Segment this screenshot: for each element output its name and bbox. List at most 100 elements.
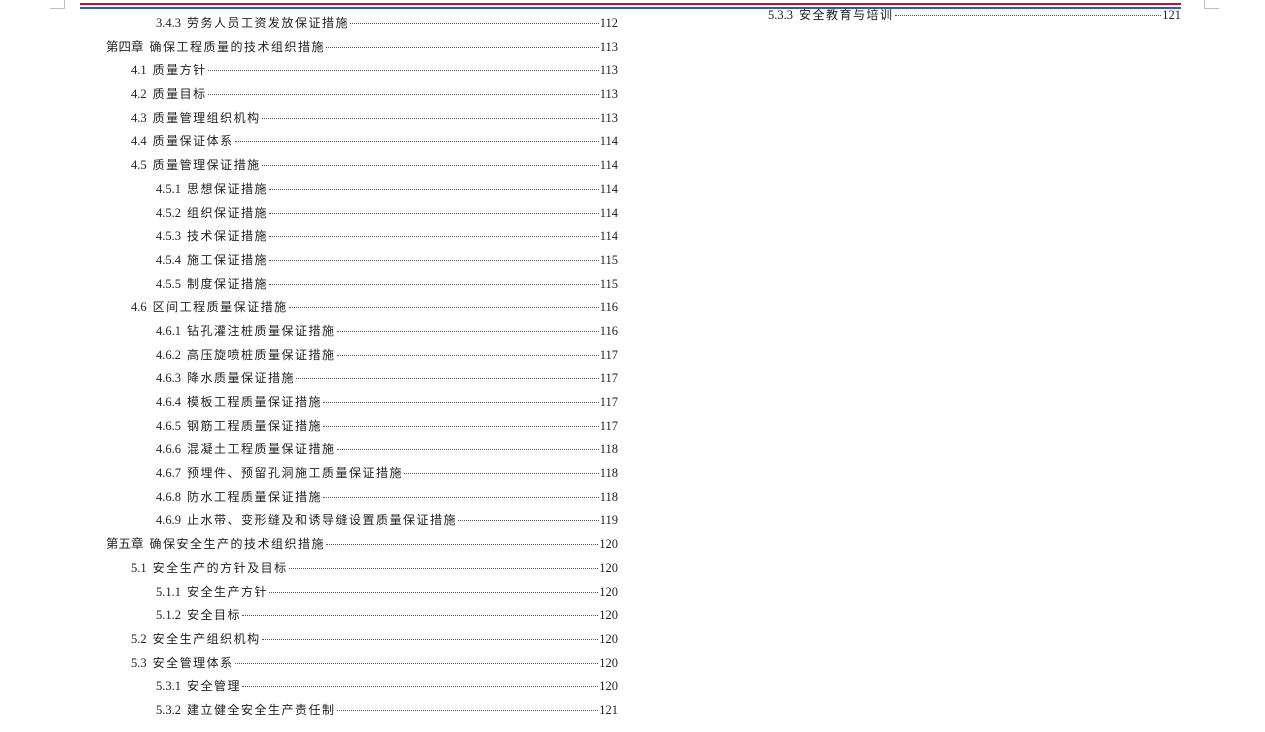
toc-dot-leader — [326, 46, 599, 48]
toc-dot-leader — [336, 449, 599, 451]
toc-dot-leader — [894, 15, 1162, 16]
toc-entry[interactable]: 第四章 确保工程质量的技术组织措施 113 — [106, 36, 618, 60]
toc-dot-leader — [336, 330, 599, 332]
toc-entry-title: 区间工程质量保证措施 — [152, 300, 288, 315]
toc-dot-leader — [269, 236, 599, 238]
toc-entry-number: 4.6.4 — [156, 395, 181, 409]
toc-entry-page-number: 115 — [599, 252, 618, 267]
toc-entry-number: 5.3.1 — [156, 679, 181, 694]
toc-entry-page-number: 114 — [599, 158, 618, 173]
toc-entry-page-number: 114 — [599, 134, 618, 149]
toc-entry-number: 4.5.3 — [156, 229, 181, 244]
toc-entry-number: 3.4.3 — [156, 16, 181, 30]
toc-entry[interactable]: 4.6.5 钢筋工程质量保证措施 117 — [106, 415, 618, 439]
toc-entry-number: 5.1 — [131, 560, 147, 575]
toc-entry-title: 建立健全安全生产责任制 — [187, 702, 336, 717]
toc-entry-page-number: 113 — [599, 110, 618, 125]
toc-entry-page-number: 119 — [599, 513, 618, 528]
toc-entry-title: 混凝土工程质量保证措施 — [187, 442, 336, 457]
toc-entry[interactable]: 4.4 质量保证体系 114 — [106, 130, 618, 154]
toc-dot-leader — [323, 402, 599, 403]
toc-entry-page-number: 120 — [599, 537, 618, 552]
toc-entry-number: 4.6.5 — [156, 418, 181, 433]
toc-entry[interactable]: 4.6 区间工程质量保证措施 116 — [106, 296, 618, 320]
toc-entry-title: 安全目标 — [187, 608, 242, 623]
toc-entry[interactable]: 5.1.2 安全目标 120 — [106, 604, 618, 628]
toc-entry-number: 4.6.8 — [156, 489, 181, 504]
toc-entry-number: 5.3.2 — [156, 702, 181, 717]
toc-entry-number: 4.5.1 — [156, 181, 181, 196]
toc-entry[interactable]: 4.6.4 模板工程质量保证措施 117 — [106, 391, 618, 415]
toc-entry[interactable]: 4.2 质量目标 113 — [106, 83, 618, 107]
toc-entry-page-number: 115 — [599, 276, 618, 291]
toc-entry-title: 思想保证措施 — [187, 181, 269, 196]
toc-dot-leader — [269, 259, 599, 261]
toc-column-right: 5.3.3 安全教育与培训 121 — [718, 4, 1181, 28]
toc-entry-title: 施工保证措施 — [187, 252, 269, 267]
toc-entry-number: 4.5.4 — [156, 252, 181, 267]
toc-dot-leader — [234, 141, 599, 143]
toc-entry-title: 质量目标 — [152, 87, 207, 102]
toc-entry-title: 技术保证措施 — [187, 229, 269, 244]
toc-entry-title: 安全管理 — [187, 679, 242, 694]
toc-entry-page-number: 113 — [599, 63, 618, 78]
toc-entry-page-number: 114 — [599, 181, 618, 196]
toc-entry[interactable]: 4.6.2 高压旋喷桩质量保证措施 117 — [106, 344, 618, 368]
toc-entry[interactable]: 4.6.7 预埋件、预留孔洞施工质量保证措施 118 — [106, 462, 618, 486]
toc-entry[interactable]: 4.6.8 防水工程质量保证措施 118 — [106, 486, 618, 510]
toc-entry-page-number: 113 — [599, 39, 618, 54]
toc-entry-page-number: 120 — [599, 679, 618, 694]
toc-dot-leader — [269, 212, 599, 214]
toc-entry-number: 4.5 — [131, 158, 147, 173]
toc-dot-leader — [323, 425, 599, 427]
toc-entry[interactable]: 4.6.9 止水带、变形缝及和诱导缝设置质量保证措施 119 — [106, 509, 618, 533]
toc-dot-leader — [269, 188, 599, 190]
toc-entry-title: 防水工程质量保证措施 — [187, 489, 323, 504]
toc-dot-leader — [350, 23, 599, 24]
toc-entry[interactable]: 5.3 安全管理体系 120 — [106, 652, 618, 676]
toc-dot-leader — [261, 117, 599, 119]
toc-dot-leader — [234, 662, 599, 664]
toc-entry-page-number: 120 — [599, 655, 618, 670]
toc-dot-leader — [242, 686, 599, 688]
toc-entry[interactable]: 4.6.1 钻孔灌注桩质量保证措施 116 — [106, 320, 618, 344]
toc-entry[interactable]: 5.2 安全生产组织机构 120 — [106, 628, 618, 652]
document-page: 3.4.3 劳务人员工资发放保证措施 112 第四章 确保工程质量的技术组织措施 113 4… — [0, 0, 1265, 732]
toc-entry-number: 4.2 — [131, 87, 147, 102]
toc-entry[interactable]: 4.5.5 制度保证措施 115 — [106, 273, 618, 297]
toc-entry-title: 制度保证措施 — [187, 276, 269, 291]
toc-entry-page-number: 113 — [599, 87, 618, 102]
toc-entry[interactable]: 4.5.2 组织保证措施 114 — [106, 202, 618, 226]
toc-entry-page-number: 117 — [599, 371, 618, 386]
toc-entry-page-number: 118 — [599, 489, 618, 504]
toc-entry-title: 预埋件、预留孔洞施工质量保证措施 — [187, 466, 404, 481]
toc-entry-page-number: 120 — [599, 631, 618, 646]
toc-entry[interactable]: 5.3.3 安全教育与培训 121 — [718, 4, 1181, 28]
toc-entry-title: 质量保证体系 — [152, 134, 234, 149]
toc-entry[interactable]: 5.3.2 建立健全安全生产责任制 121 — [106, 699, 618, 723]
toc-entry[interactable]: 第五章 确保安全生产的技术组织措施 120 — [106, 533, 618, 557]
toc-entry-number: 4.5.5 — [156, 276, 181, 291]
toc-entry-title: 安全管理体系 — [152, 655, 234, 670]
toc-entry[interactable]: 5.1.1 安全生产方针 120 — [106, 581, 618, 605]
toc-dot-leader — [404, 473, 599, 475]
toc-entry[interactable]: 5.1 安全生产的方针及目标 120 — [106, 557, 618, 581]
toc-entry[interactable]: 5.3.1 安全管理 120 — [106, 675, 618, 699]
toc-entry[interactable]: 4.3 质量管理组织机构 113 — [106, 107, 618, 131]
toc-entry-title: 安全生产的方针及目标 — [152, 560, 288, 575]
toc-entry-page-number: 121 — [1162, 8, 1181, 22]
toc-entry-page-number: 117 — [599, 395, 618, 409]
toc-entry[interactable]: 4.5 质量管理保证措施 114 — [106, 154, 618, 178]
toc-entry[interactable]: 4.5.3 技术保证措施 114 — [106, 225, 618, 249]
toc-entry-number: 4.4 — [131, 134, 147, 149]
toc-entry-number: 4.6.9 — [156, 513, 181, 528]
toc-entry[interactable]: 4.5.4 施工保证措施 115 — [106, 249, 618, 273]
toc-entry[interactable]: 3.4.3 劳务人员工资发放保证措施 112 — [106, 12, 618, 36]
toc-entry[interactable]: 4.5.1 思想保证措施 114 — [106, 178, 618, 202]
toc-entry-title: 确保工程质量的技术组织措施 — [149, 39, 326, 54]
toc-entry[interactable]: 4.6.3 降水质量保证措施 117 — [106, 367, 618, 391]
toc-entry-number: 5.1.2 — [156, 608, 181, 623]
toc-entry-number: 4.6.7 — [156, 466, 181, 481]
toc-entry[interactable]: 4.6.6 混凝土工程质量保证措施 118 — [106, 438, 618, 462]
toc-entry[interactable]: 4.1 质量方针 113 — [106, 59, 618, 83]
